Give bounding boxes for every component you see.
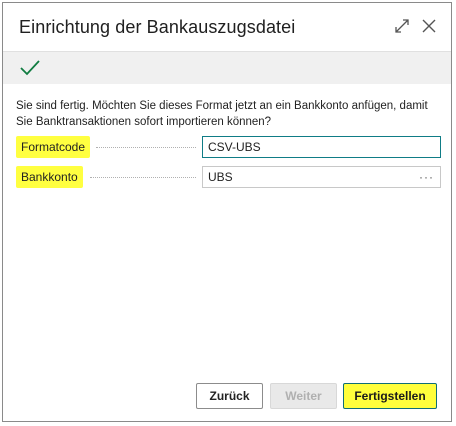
- bank-account-value: UBS: [208, 170, 233, 184]
- format-code-input[interactable]: CSV-UBS: [202, 136, 441, 158]
- format-code-row: Formatcode CSV-UBS: [16, 136, 441, 158]
- expand-icon[interactable]: [391, 15, 413, 37]
- finish-button[interactable]: Fertigstellen: [343, 383, 437, 409]
- bank-account-row: Bankkonto UBS ···: [16, 166, 441, 188]
- completion-bar: [3, 51, 451, 84]
- dialog-title: Einrichtung der Bankauszugsdatei: [19, 17, 296, 37]
- bank-account-input[interactable]: UBS ···: [202, 166, 441, 188]
- leader-dots: [90, 177, 196, 178]
- instruction-text: Sie sind fertig. Möchten Sie dieses Form…: [16, 100, 428, 128]
- dialog-footer: Zurück Weiter Fertigstellen: [3, 383, 451, 413]
- next-button[interactable]: Weiter: [270, 383, 337, 409]
- leader-dots: [96, 147, 196, 148]
- bank-account-label: Bankkonto: [16, 166, 83, 188]
- setup-dialog: Einrichtung der Bankauszugsdatei Sie sin…: [2, 2, 452, 422]
- format-code-value: CSV-UBS: [208, 140, 261, 154]
- checkmark-icon: [20, 60, 40, 76]
- back-button[interactable]: Zurück: [196, 383, 263, 409]
- format-code-label: Formatcode: [16, 136, 91, 158]
- close-icon[interactable]: [418, 15, 440, 37]
- lookup-button[interactable]: ···: [419, 167, 434, 187]
